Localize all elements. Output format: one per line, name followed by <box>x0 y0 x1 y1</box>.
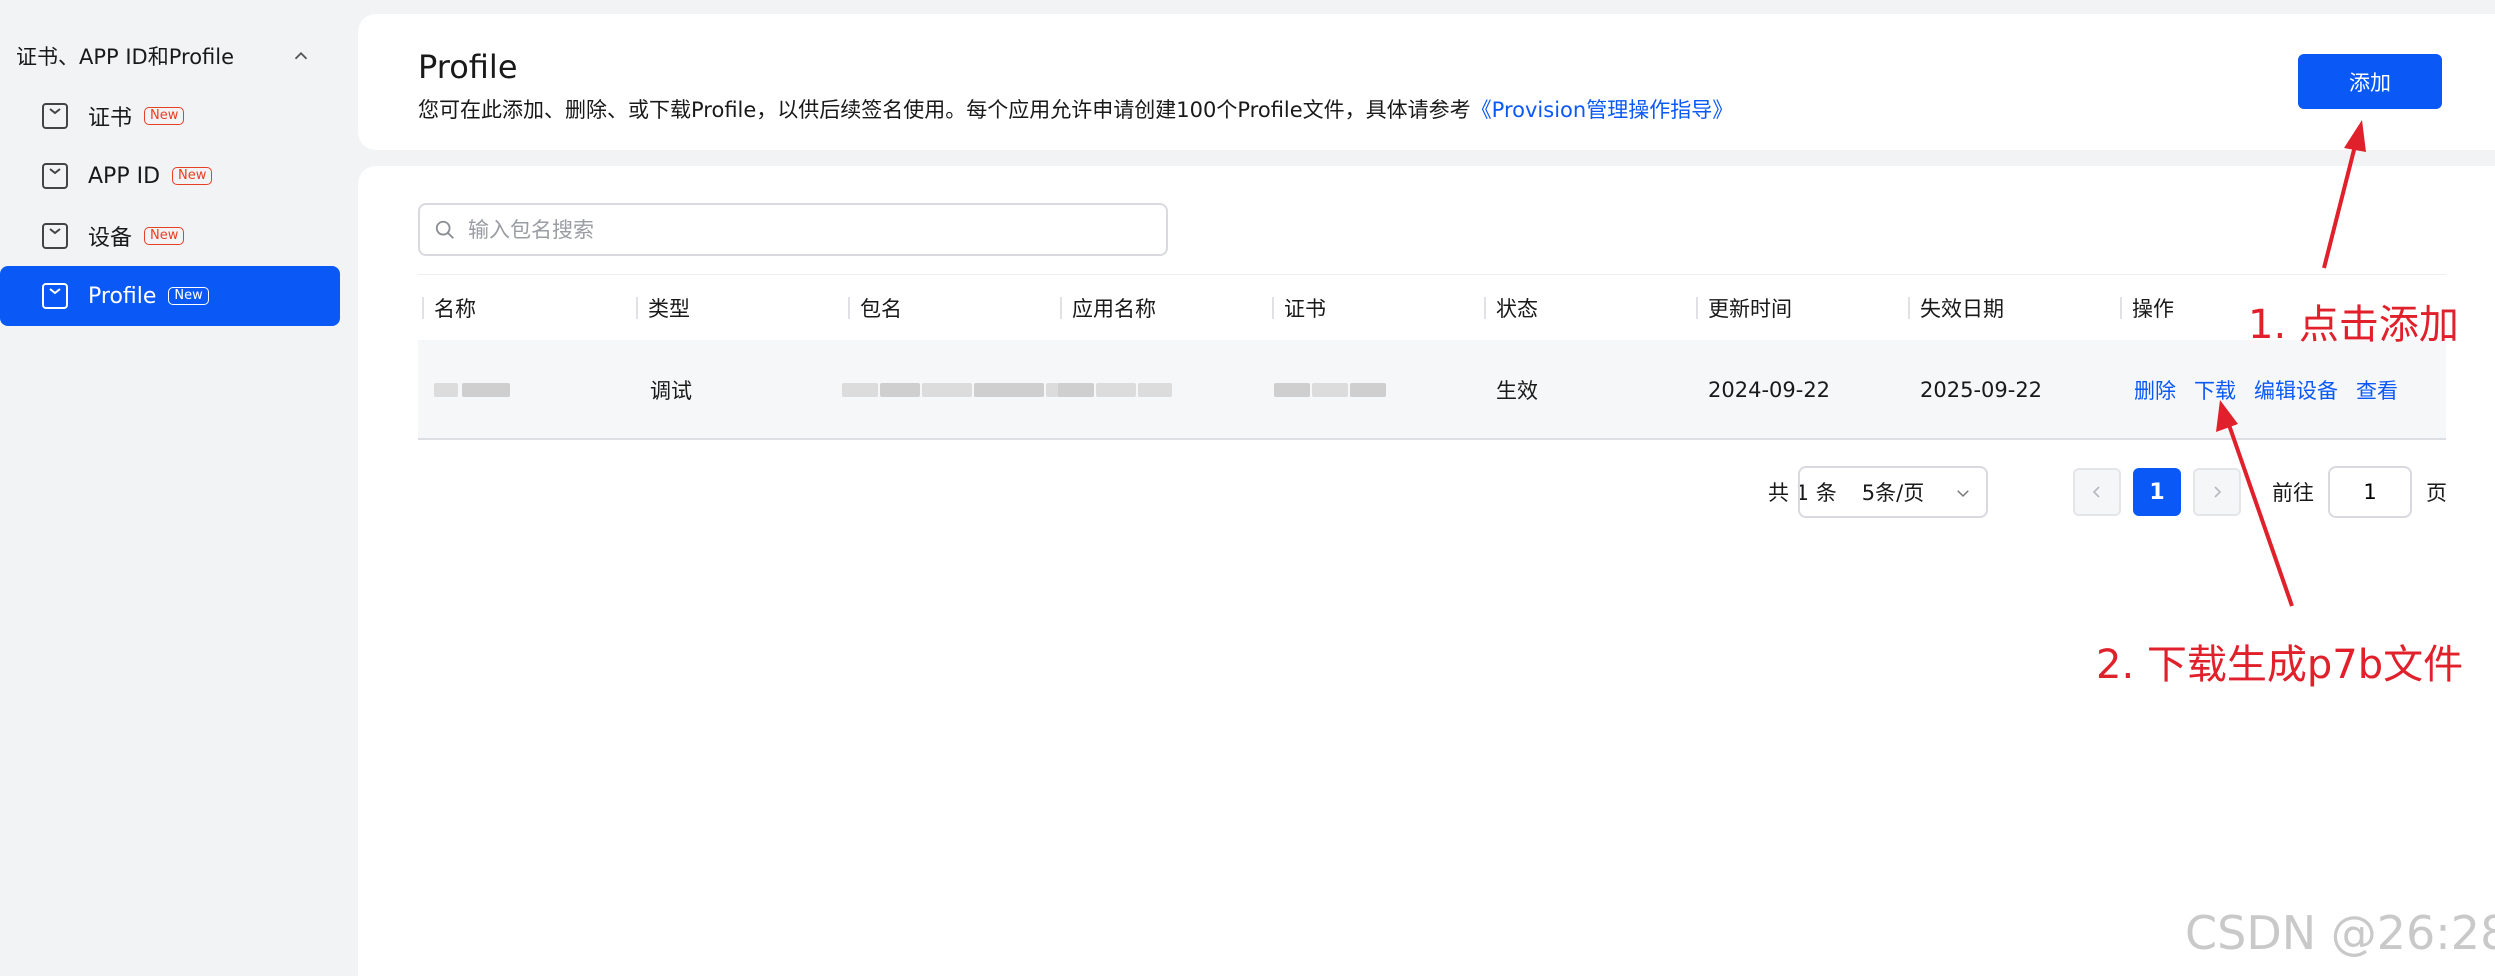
watermark: CSDN @26:28 <box>2185 906 2495 960</box>
arrow-to-add-button <box>2322 120 2366 269</box>
arrow-to-download-link <box>2216 400 2294 607</box>
annotation-arrows <box>2216 120 2366 607</box>
annotation-step2: 2. 下载生成p7b文件 <box>2096 642 2464 688</box>
annotation-step1: 1. 点击添加 <box>2248 302 2459 348</box>
